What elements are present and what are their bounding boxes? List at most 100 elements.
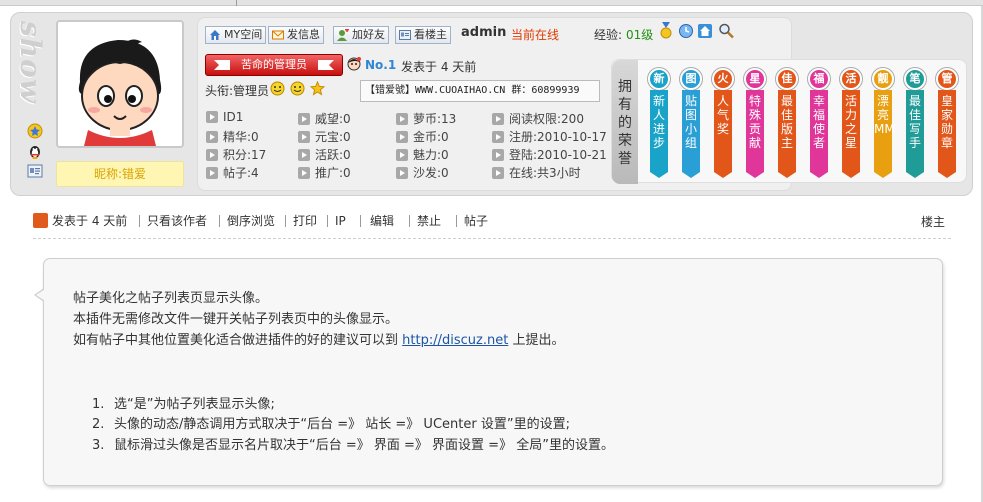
star-icon	[309, 80, 325, 96]
divider	[139, 215, 140, 227]
bullet-icon	[492, 149, 504, 161]
rank-label: No.1	[365, 58, 397, 72]
dashed-divider	[33, 238, 951, 239]
list-item: 1. 选“是”为帖子列表显示头像;	[92, 397, 275, 412]
medal-ribbon-label: 贴图小组	[682, 90, 700, 178]
post-line-3-prefix: 如有帖子中其他位置美化适合做进插件的好的建议可以到	[73, 333, 399, 348]
list-item: 3. 鼠标滑过头像是否显示名片取决于“后台 =》 界面 =》 界面设置 =》 全局…	[92, 438, 614, 453]
medal-badge-icon: 笔	[904, 68, 926, 90]
experience-level: 01级	[626, 28, 654, 42]
posted-time-link: 发表于 4 天前	[52, 214, 128, 228]
honor-medal[interactable]: 管皇家勋章	[936, 68, 958, 178]
honor-medal[interactable]: 佳最佳版主	[776, 68, 798, 178]
divider	[327, 215, 328, 227]
posts-link[interactable]: 帖子	[464, 213, 488, 229]
post-line-3-suffix: 上提出。	[512, 333, 565, 348]
view-author-button[interactable]: 看楼主	[395, 26, 451, 44]
stat-sofa: 沙发:0	[396, 164, 449, 181]
qq-penguin-icon[interactable]	[27, 143, 43, 159]
role-label: 苦命的管理员	[241, 58, 307, 71]
honor-medal[interactable]: 星特殊贡献	[744, 68, 766, 178]
stat-id: ID1	[206, 110, 243, 124]
bubble-tail-inner	[36, 289, 45, 301]
my-space-button[interactable]: MY空间	[205, 26, 267, 44]
my-space-label: MY空间	[224, 28, 263, 41]
medal-ribbon-label: 活力之星	[842, 90, 860, 178]
bullet-icon	[492, 167, 504, 179]
stat-register-date: 注册:2010-10-17	[492, 128, 607, 145]
medal-badge-icon: 靓	[872, 68, 894, 90]
profile-card-icon[interactable]	[27, 163, 43, 179]
user-avatar[interactable]	[56, 20, 184, 148]
medal-badge-icon: 图	[680, 68, 702, 90]
only-author-link[interactable]: 只看该作者	[147, 213, 207, 229]
medal-ribbon-icon	[660, 22, 672, 39]
honor-medal[interactable]: 图贴图小组	[680, 68, 702, 178]
medal-ribbon-label: 特殊贡献	[746, 90, 764, 178]
bullet-icon	[396, 167, 408, 179]
edit-link[interactable]: 编辑	[370, 213, 394, 229]
stat-radish-coin: 萝币:13	[396, 110, 456, 127]
reverse-order-link[interactable]: 倒序浏览	[227, 213, 275, 229]
view-card-icon	[399, 30, 411, 40]
stat-digest: 精华:0	[206, 128, 259, 145]
medal-ribbon-label: 新人进步	[650, 90, 668, 178]
stat-charm: 魅力:0	[396, 146, 449, 163]
medal-badge-icon: 管	[936, 68, 958, 90]
medal-ribbon-label: 最佳写手	[906, 90, 924, 178]
smiley-icon	[270, 81, 285, 96]
divider	[285, 215, 286, 227]
send-message-label: 发信息	[287, 28, 320, 41]
honor-medal[interactable]: 活活力之星	[840, 68, 862, 178]
top-border-tick	[236, 0, 237, 6]
floor-label: 楼主	[921, 215, 946, 229]
divider	[409, 215, 410, 227]
site-banner: 【错爱號】WWW.CUOAIHAO.CN 群：60899939	[360, 80, 600, 102]
medal-ribbon-label: 最佳版主	[778, 90, 796, 178]
stat-activity: 活跃:0	[298, 146, 351, 163]
bullet-icon	[396, 149, 408, 161]
username[interactable]: admin	[461, 25, 506, 40]
send-message-button[interactable]: 发信息	[268, 26, 324, 44]
add-friend-button[interactable]: 加好友	[333, 26, 389, 44]
honors-label: 拥 有 的 荣 誉	[612, 60, 638, 184]
cartoon-boy-avatar-icon	[58, 22, 182, 146]
bullet-icon	[206, 111, 218, 123]
honor-medal[interactable]: 笔最佳写手	[904, 68, 926, 178]
bullet-icon	[298, 113, 310, 125]
stat-online-time: 在线:共3小时	[492, 164, 581, 181]
post-line-3: 如有帖子中其他位置美化适合做进插件的好的建议可以到 http://discuz.…	[73, 331, 564, 351]
ip-link[interactable]: IP	[335, 213, 346, 229]
stat-read-permission: 阅读权限:200	[492, 110, 584, 127]
divider	[360, 215, 361, 227]
honor-medal[interactable]: 火人气奖	[712, 68, 734, 178]
ban-link[interactable]: 禁止	[417, 213, 441, 229]
flag-right-icon	[318, 60, 334, 70]
show-watermark: show	[14, 21, 47, 104]
honor-medal[interactable]: 新新人进步	[648, 68, 670, 178]
role-button[interactable]: 苦命的管理员	[205, 54, 343, 76]
home-page-icon[interactable]	[697, 22, 713, 40]
print-link[interactable]: 打印	[293, 213, 317, 229]
honor-medal[interactable]: 福幸福使者	[808, 68, 830, 178]
posted-time: 发表于 4 天前	[401, 60, 477, 74]
bullet-icon	[396, 113, 408, 125]
medal-badge-icon: 星	[744, 68, 766, 90]
medal-badge-icon: 火	[712, 68, 734, 90]
honor-medal[interactable]: 靓漂亮MM	[872, 68, 895, 178]
bullet-icon	[206, 131, 218, 143]
search-icon[interactable]	[718, 22, 734, 40]
add-friend-label: 加好友	[352, 28, 385, 41]
medal-ribbon-label: 漂亮MM	[874, 90, 895, 178]
honors-panel: 拥 有 的 荣 誉 新新人进步图贴图小组火人气奖星特殊贡献佳最佳版主福幸福使者活…	[611, 59, 967, 184]
add-friend-icon	[337, 29, 349, 41]
medal-ribbon-label: 人气奖	[714, 90, 732, 178]
head-title: 头衔:管理员	[205, 84, 270, 98]
discuz-link[interactable]: http://discuz.net	[402, 333, 508, 348]
bullet-icon	[492, 113, 504, 125]
stat-last-login: 登陆:2010-10-21	[492, 146, 607, 163]
medal-star-icon[interactable]	[27, 123, 43, 139]
author-profile-panel: show 昵称:错爱 MY空间 发信息 加好友 看楼主 admin 当前在线 经…	[10, 12, 973, 196]
nickname-label: 昵称:错爱	[56, 161, 184, 187]
medal-ribbon-label: 皇家勋章	[938, 90, 956, 178]
